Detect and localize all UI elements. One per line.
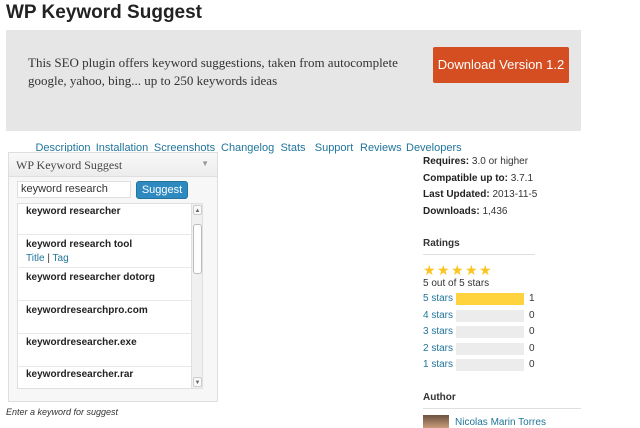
rating-link-2[interactable]: 2 stars — [423, 343, 453, 355]
star-icon: ★ — [465, 262, 478, 278]
suggest-button[interactable]: Suggest — [136, 181, 188, 199]
author-heading: Author — [423, 392, 456, 403]
download-button[interactable]: Download Version 1.2 — [433, 47, 569, 83]
rating-count: 0 — [529, 359, 535, 370]
suggestion-term: keyword research tool — [26, 239, 133, 250]
list-item[interactable]: keyword researcher dotorg — [18, 269, 192, 301]
tab-reviews[interactable]: Reviews — [360, 136, 402, 161]
divider — [423, 254, 535, 255]
updated-value: 2013-11-5 — [492, 189, 538, 200]
divider — [423, 408, 581, 409]
tab-support[interactable]: Support — [314, 136, 354, 161]
suggestion-list: keyword researcher keyword research tool… — [17, 203, 203, 389]
scroll-up-icon[interactable]: ▲ — [193, 205, 202, 215]
widget-header: WP Keyword Suggest ▼ — [9, 153, 217, 177]
screenshot-caption: Enter a keyword for suggest — [6, 407, 119, 417]
rating-bar — [456, 343, 524, 355]
scroll-thumb[interactable] — [193, 224, 202, 274]
rating-link-1[interactable]: 1 stars — [423, 359, 453, 371]
suggestion-term: keyword researcher — [26, 206, 121, 217]
list-item[interactable]: keyword research tool Title | Tag — [18, 236, 192, 268]
tab-changelog[interactable]: Changelog — [221, 136, 274, 161]
rating-bar — [456, 326, 524, 338]
scroll-down-icon[interactable]: ▼ — [193, 377, 202, 387]
list-scrollbar[interactable]: ▲ ▼ — [191, 204, 202, 388]
avatar[interactable] — [423, 415, 449, 428]
compatible-label: Compatible up to: — [423, 172, 508, 184]
rating-bar — [456, 359, 524, 371]
compatible-value: 3.7.1 — [510, 172, 534, 184]
rating-bar — [456, 293, 524, 305]
tag-link[interactable]: Tag — [53, 253, 69, 264]
requires-label: Requires: — [423, 156, 470, 167]
rating-fill — [456, 293, 524, 305]
rating-row-2: 2 stars 0 — [423, 343, 543, 355]
rating-link-4[interactable]: 4 stars — [423, 310, 453, 322]
star-icon: ★ — [451, 262, 464, 278]
rating-bar — [456, 310, 524, 322]
star-icon: ★ — [479, 262, 492, 278]
ratings-heading: Ratings — [423, 238, 460, 249]
page-title: WP Keyword Suggest — [6, 2, 203, 23]
star-icon: ★ — [437, 262, 450, 278]
suggestion-term: keywordresearchpro.com — [26, 305, 148, 316]
list-item[interactable]: keywordresearchpro.com — [18, 302, 192, 334]
rating-row-5: 5 stars 1 — [423, 293, 543, 305]
suggestion-term: keywordresearcher.exe — [26, 337, 137, 348]
rating-summary: 5 out of 5 stars — [423, 278, 490, 289]
rating-row-1: 1 stars 0 — [423, 359, 543, 371]
suggestion-term: keyword researcher dotorg — [26, 272, 155, 283]
author-name-link[interactable]: Nicolas Marin Torres — [455, 417, 546, 428]
triangle-down-icon[interactable]: ▼ — [201, 159, 209, 168]
star-rating: ★★★★★ — [423, 262, 493, 278]
list-item[interactable]: keywordresearcher.exe — [18, 335, 192, 367]
title-link[interactable]: Title — [26, 253, 45, 264]
rating-count: 0 — [529, 326, 535, 337]
plugin-description: This SEO plugin offers keyword suggestio… — [28, 55, 398, 88]
plugin-header-banner: This SEO plugin offers keyword suggestio… — [6, 30, 581, 161]
rating-link-3[interactable]: 3 stars — [423, 326, 453, 338]
rating-row-3: 3 stars 0 — [423, 326, 543, 338]
downloads-value: 1,436 — [482, 205, 508, 217]
rating-count: 0 — [529, 343, 535, 354]
suggestion-term: keywordresearcher.rar — [26, 369, 134, 380]
rating-row-4: 4 stars 0 — [423, 310, 543, 322]
keyword-input[interactable]: keyword research — [17, 181, 131, 198]
requires-value: 3.0 or higher — [471, 156, 529, 167]
link-separator: | — [47, 253, 50, 264]
updated-label: Last Updated: — [423, 189, 490, 200]
rating-count: 0 — [529, 310, 535, 321]
list-item[interactable]: keyword researcher — [18, 204, 192, 235]
screenshot-widget: WP Keyword Suggest ▼ keyword research Su… — [8, 152, 218, 402]
widget-title: WP Keyword Suggest — [16, 158, 123, 172]
plugin-meta: Requires: 3.0 or higher Compatible up to… — [423, 154, 537, 220]
downloads-label: Downloads: — [423, 205, 480, 217]
star-icon: ★ — [423, 262, 436, 278]
tab-stats[interactable]: Stats — [278, 136, 308, 161]
rating-count: 1 — [529, 293, 535, 304]
list-item[interactable]: keywordresearcher.rar — [18, 368, 192, 388]
rating-link-5[interactable]: 5 stars — [423, 293, 453, 305]
